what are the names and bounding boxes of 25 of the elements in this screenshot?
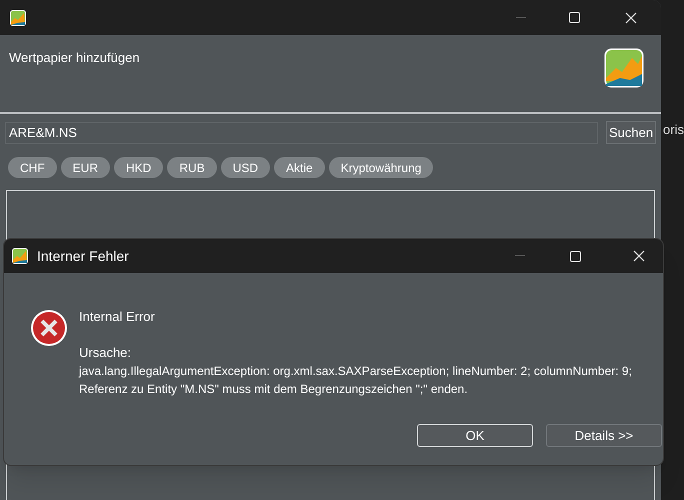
error-icon [30, 309, 68, 347]
filter-chip[interactable]: EUR [60, 157, 110, 178]
app-icon [10, 10, 26, 26]
filter-chip[interactable]: RUB [167, 157, 217, 178]
app-icon [12, 248, 28, 264]
maximize-icon[interactable] [570, 250, 581, 262]
filter-chip[interactable]: Aktie [274, 157, 325, 178]
filter-chip[interactable]: Kryptowährung [328, 157, 434, 178]
window-title: Interner Fehler [37, 246, 129, 266]
filter-chip[interactable]: HKD [114, 157, 164, 178]
close-icon[interactable] [625, 12, 638, 24]
error-message: java.lang.IllegalArgumentException: org.xml.sax.SAXParseException; lineNumber: 2; columnNumber: 9; Referenz zu Entity "M.NS" muss mit dem Begrenzungszeichen ";" enden. [79, 363, 633, 398]
ok-button[interactable]: OK [417, 424, 533, 447]
filter-chip[interactable]: CHF [8, 157, 57, 178]
search-button[interactable]: Suchen [606, 121, 656, 144]
dialog-heading: Wertpapier hinzufügen [9, 49, 140, 67]
background-window-text: oris [662, 121, 684, 139]
details-button[interactable]: Details >> [546, 424, 662, 447]
filter-chip[interactable]: USD [220, 157, 270, 178]
search-field[interactable]: ARE&M.NS [5, 122, 598, 144]
error-heading: Internal Error [79, 308, 156, 326]
maximize-icon[interactable] [569, 12, 580, 23]
close-icon[interactable] [633, 250, 645, 262]
cause-label: Ursache: [79, 344, 132, 362]
app-logo-icon [604, 48, 644, 88]
